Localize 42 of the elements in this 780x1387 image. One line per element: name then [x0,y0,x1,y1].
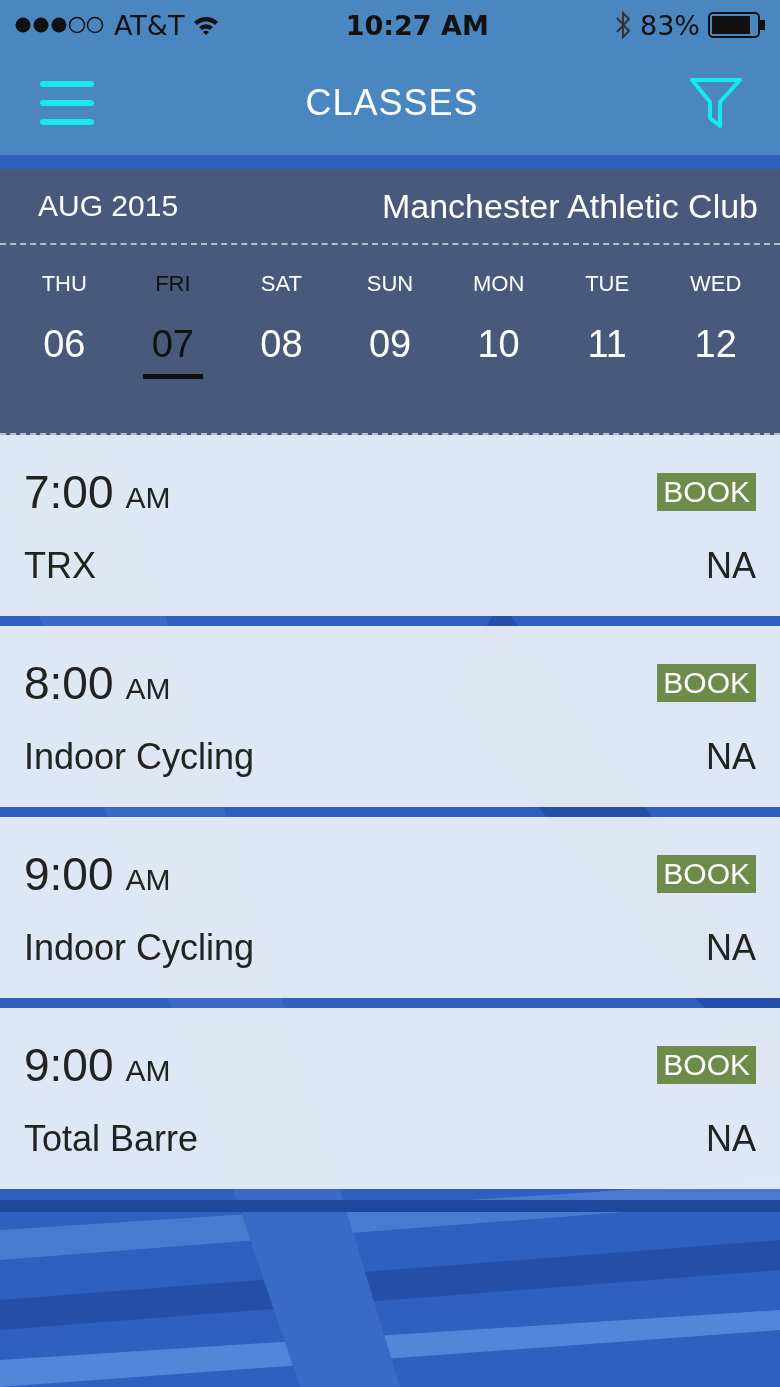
time-period: AM [125,671,171,706]
class-card[interactable]: 7:00 AM BOOK TRX NA [0,435,780,616]
class-name: Total Barre [24,1117,199,1160]
class-name: Indoor Cycling [24,926,255,969]
class-time: 9:00 [24,846,114,901]
time-period: AM [125,480,171,515]
class-card[interactable]: 8:00 AM BOOK Indoor Cycling NA [0,626,780,807]
time-period: AM [125,862,171,897]
instructor: NA [706,735,756,778]
club-name: Manchester Athletic Club [381,186,758,226]
day-tab[interactable]: WED 12 [661,245,771,433]
book-button[interactable]: BOOK [657,854,756,893]
menu-icon[interactable] [40,80,94,125]
time-period: AM [125,1053,171,1088]
clock: 10:27 AM [344,9,490,41]
day-tab[interactable]: MON 10 [444,245,553,433]
class-time: 8:00 [24,655,114,710]
battery-icon [708,12,766,38]
filter-icon[interactable] [690,77,742,128]
class-card[interactable]: 9:00 AM BOOK Total Barre NA [0,1008,780,1189]
book-button[interactable]: BOOK [657,472,756,511]
day-tab[interactable]: TUE 11 [552,245,662,433]
class-time: 7:00 [24,464,114,519]
battery-percent: 83% [640,9,700,41]
wifi-icon [192,14,221,36]
day-tab[interactable]: SUN 09 [335,245,445,433]
book-button[interactable]: BOOK [657,1045,756,1084]
instructor: NA [706,544,756,587]
signal-icon [14,16,106,34]
class-name: TRX [24,544,96,587]
instructor: NA [706,1117,756,1160]
class-card[interactable]: 9:00 AM BOOK Indoor Cycling NA [0,817,780,998]
instructor: NA [706,926,756,969]
class-time: 9:00 [24,1037,114,1092]
carrier-name: AT&T [114,9,185,41]
book-button[interactable]: BOOK [657,663,756,702]
day-tab[interactable]: THU 06 [10,245,119,433]
day-tab[interactable]: SAT 08 [227,245,336,433]
bluetooth-icon [614,10,632,40]
month-year: AUG 2015 [38,189,179,223]
class-name: Indoor Cycling [24,735,255,778]
screen-title: CLASSES [305,81,479,124]
